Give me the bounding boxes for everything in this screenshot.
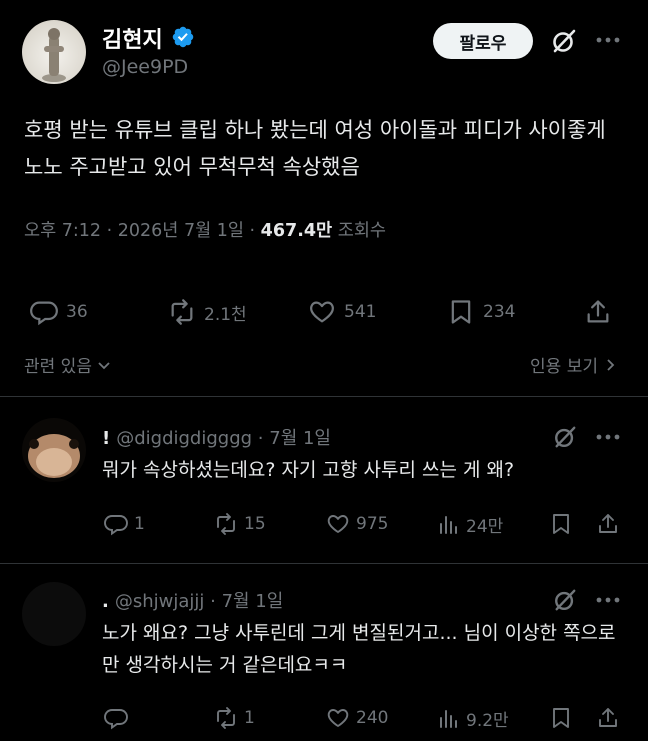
post-text: 호평 받는 유튜브 클립 하나 봤는데 여성 아이돌과 피디가 사이좋게 노노 … [24, 118, 606, 179]
grok-icon[interactable] [551, 28, 577, 54]
divider [0, 396, 648, 397]
reply-avatar[interactable] [22, 582, 86, 646]
reply-views-action[interactable]: 24만 [436, 512, 503, 537]
post-meta: 오후 7:12 · 2026년 7월 1일 · 467.4만 조회수 [24, 217, 386, 242]
reply-like-action[interactable]: 975 [326, 512, 388, 536]
chevron-right-icon [607, 358, 615, 371]
heart-icon [310, 301, 334, 323]
repost-icon [217, 707, 235, 729]
like-count: 541 [344, 302, 377, 322]
divider [0, 563, 648, 564]
reply-handle[interactable]: @digdigdigggg [116, 428, 252, 449]
view-count: 24만 [466, 517, 504, 537]
bookmark-icon [553, 708, 569, 728]
reply-header: ! @digdigdigggg · 7월 1일 [102, 424, 331, 450]
reply-icon [30, 301, 58, 326]
author-handle[interactable]: @Jee9PD [102, 56, 188, 78]
reply-share-action[interactable] [596, 512, 626, 536]
reply-date[interactable]: · 7월 1일 [210, 591, 283, 612]
author-avatar[interactable] [22, 20, 86, 84]
reply-bookmark-action[interactable] [549, 706, 579, 730]
more-options-icon[interactable] [596, 430, 620, 444]
reply-text: 뭐가 속상하셨는데요? 자기 고향 사투리 쓰는 게 왜? [102, 459, 515, 481]
reply-repost-action[interactable]: 1 [214, 706, 255, 730]
repost-count: 15 [244, 514, 266, 534]
reply-text: 노가 왜요? 그냥 사투린데 그게 변질된거고... 님이 이상한 쪽으로만 생… [102, 622, 616, 676]
reply-display-name[interactable]: ! [102, 428, 110, 449]
heart-icon [327, 515, 349, 533]
bookmark-icon [553, 514, 569, 534]
share-icon [587, 300, 609, 323]
reply-display-name[interactable]: . [102, 591, 109, 612]
reply-repost-action[interactable]: 15 [214, 512, 266, 536]
reply-share-action[interactable] [596, 706, 626, 730]
related-toggle[interactable]: 관련 있음 [24, 352, 112, 377]
like-count: 240 [356, 708, 389, 728]
repost-icon [217, 513, 235, 535]
follow-button[interactable]: 팔로우 [433, 23, 533, 59]
like-action[interactable]: 541 [308, 298, 376, 326]
analytics-icon [440, 515, 457, 534]
reply-like-action[interactable]: 240 [326, 706, 388, 730]
view-count: 9.2만 [466, 711, 509, 731]
repost-icon [171, 299, 193, 325]
repost-action[interactable]: 2.1천 [168, 298, 247, 326]
chevron-down-icon [98, 361, 110, 369]
more-options-icon[interactable] [596, 33, 620, 47]
reply-icon [104, 709, 128, 730]
reply-icon [104, 515, 128, 536]
reply-date[interactable]: · 7월 1일 [258, 428, 331, 449]
analytics-icon [440, 709, 457, 728]
like-count: 975 [356, 514, 389, 534]
reply-header: . @shjwjajjj · 7월 1일 [102, 587, 283, 613]
bookmark-count: 234 [483, 302, 516, 322]
verified-badge-icon [171, 25, 195, 49]
reply-action[interactable]: 36 [30, 298, 88, 326]
view-quotes-link[interactable]: 인용 보기 [530, 352, 618, 377]
reply-count: 36 [66, 302, 88, 322]
share-icon [599, 708, 617, 727]
reply-handle[interactable]: @shjwjajjj [115, 591, 205, 612]
share-icon [599, 514, 617, 533]
repost-count: 2.1천 [204, 304, 247, 325]
bookmark-action[interactable]: 234 [447, 298, 515, 326]
repost-count: 1 [244, 708, 255, 728]
reply-count: 1 [134, 514, 145, 534]
author-name[interactable]: 김현지 [102, 22, 163, 54]
bookmark-icon [451, 300, 471, 324]
reply-views-action[interactable]: 9.2만 [436, 706, 509, 731]
reply-reply-action[interactable] [104, 706, 134, 730]
view-count-label: 조회수 [337, 221, 387, 241]
more-options-icon[interactable] [596, 593, 620, 607]
view-count: 467.4만 [260, 221, 333, 241]
post-timestamp[interactable]: 오후 7:12 · 2026년 7월 1일 · [24, 221, 261, 241]
grok-icon[interactable] [553, 425, 577, 449]
related-label: 관련 있음 [24, 357, 92, 377]
heart-icon [327, 709, 349, 727]
reply-bookmark-action[interactable] [549, 512, 579, 536]
grok-icon[interactable] [553, 588, 577, 612]
reply-reply-action[interactable]: 1 [104, 512, 145, 536]
reply-avatar[interactable] [22, 418, 86, 482]
share-action[interactable] [584, 298, 620, 326]
quotes-label: 인용 보기 [530, 357, 598, 377]
